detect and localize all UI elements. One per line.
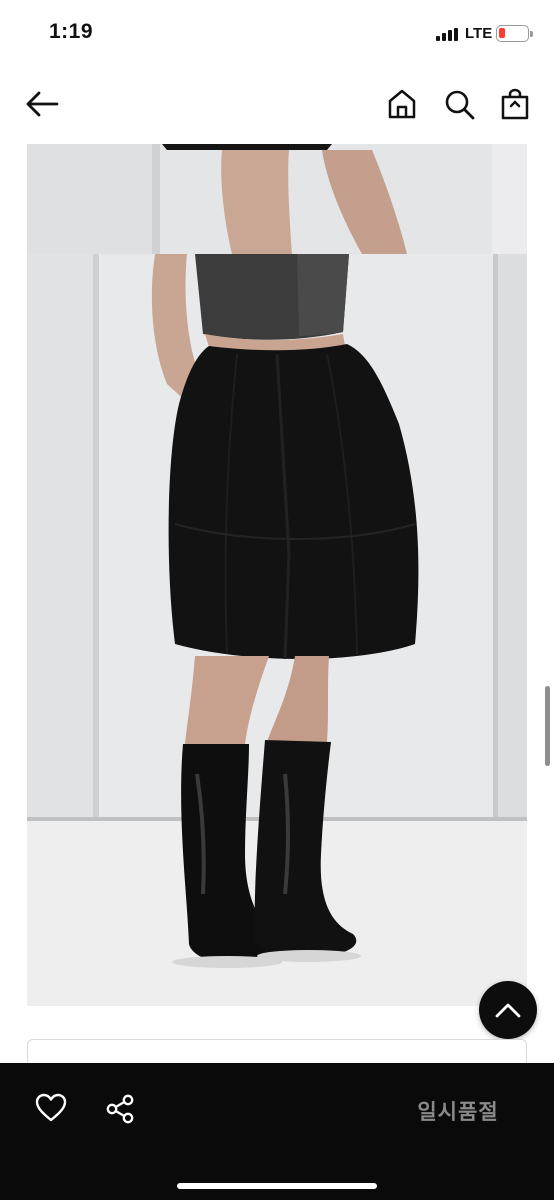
home-button[interactable]	[385, 87, 419, 121]
product-photo-main[interactable]	[27, 254, 527, 1006]
heart-icon	[35, 1093, 67, 1122]
scroll-top-button[interactable]	[479, 981, 537, 1039]
search-icon	[445, 90, 475, 120]
product-photo-partial-graphic	[27, 144, 527, 254]
back-button[interactable]	[24, 88, 60, 120]
like-button[interactable]	[35, 1093, 67, 1123]
search-button[interactable]	[442, 87, 476, 121]
status-bar: 1:19 LTE	[0, 0, 554, 66]
shopping-bag-icon	[501, 88, 529, 120]
scrollbar-thumb[interactable]	[545, 686, 550, 766]
share-button[interactable]	[104, 1093, 136, 1125]
product-photo-main-graphic	[27, 254, 527, 1006]
status-time: 1:19	[49, 20, 94, 43]
top-nav	[0, 66, 554, 144]
product-photo-partial[interactable]	[27, 144, 527, 254]
arrow-left-icon	[26, 91, 59, 117]
home-indicator[interactable]	[177, 1183, 377, 1189]
signal-icon	[436, 28, 458, 41]
share-icon	[106, 1094, 134, 1124]
cart-button[interactable]	[498, 87, 532, 121]
battery-icon	[496, 25, 533, 42]
bottom-action-bar: 일시품절	[0, 1063, 554, 1200]
network-type: LTE	[465, 25, 493, 42]
soldout-status-label: 일시품절	[417, 1100, 499, 1124]
chevron-up-icon	[495, 1003, 521, 1018]
home-icon	[388, 89, 416, 119]
